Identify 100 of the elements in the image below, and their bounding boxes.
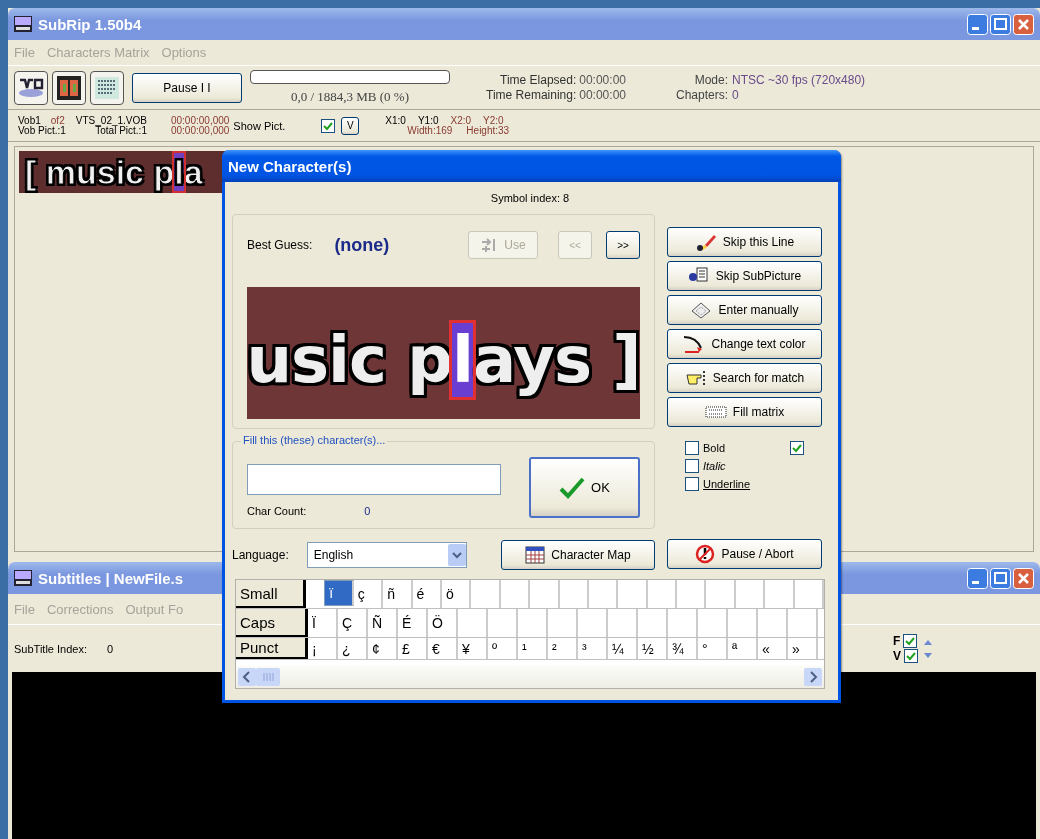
char-cell[interactable]: € [428, 638, 458, 659]
x1-value: X1:0 [385, 115, 406, 126]
matrix-icon [704, 406, 727, 418]
char-cell[interactable]: £ [398, 638, 428, 659]
chapters-value: 0 [732, 87, 740, 103]
char-cell[interactable]: » [788, 638, 818, 659]
input-field[interactable] [247, 464, 501, 495]
checkbox[interactable] [685, 477, 699, 491]
group-label: Fill this (these) character(s)... [241, 434, 388, 446]
width-value: Width:169 [407, 125, 453, 136]
label: Time Elapsed: [499, 72, 577, 88]
pause-button[interactable]: Pause I I [132, 72, 242, 103]
action-button[interactable]: Enter manually [667, 295, 822, 325]
file-name: VTS_02_1.VOB [75, 115, 147, 126]
best-guess-value: (none) [334, 234, 390, 256]
row-header: Caps [236, 609, 308, 637]
pages-icon [687, 267, 710, 285]
mode-value: NTSC ~30 fps (720x480) [732, 72, 866, 88]
index-label: SubTitle Index: [14, 642, 87, 655]
char-cell[interactable]: º [488, 638, 518, 659]
checkbox[interactable] [685, 459, 699, 473]
character-map-button[interactable]: Character Map [501, 540, 655, 570]
time-value: 00:00:00 [579, 87, 626, 103]
char-cell[interactable]: « [758, 638, 788, 659]
index-value: 0 [106, 642, 114, 655]
subtitle-text: usic plays ] [247, 323, 640, 397]
vob-button[interactable] [14, 70, 48, 105]
char-cell[interactable]: ¥ [458, 638, 488, 659]
ok-button[interactable]: OK [529, 457, 640, 518]
action-button[interactable]: Search for match [667, 363, 822, 393]
char-cell[interactable]: ö [441, 580, 472, 608]
action-button[interactable]: Fill matrix [667, 397, 822, 427]
grid-icon [525, 546, 546, 564]
char-count-label: Char Count: [247, 505, 307, 517]
language-label: Language: [232, 548, 289, 562]
char-cell[interactable]: ° [698, 638, 728, 659]
flag-label: V [893, 649, 901, 663]
flag-label: F [893, 634, 901, 648]
dialog-title: New Character(s) [228, 157, 352, 175]
char-count: 0 [364, 505, 371, 517]
symbol-index: Symbol index: 8 [490, 192, 570, 204]
checkbox[interactable] [903, 634, 918, 648]
checkbox[interactable] [321, 118, 336, 133]
char-cell[interactable]: ¼ [608, 638, 638, 659]
char-cell[interactable]: ï [324, 580, 354, 606]
char-cell[interactable]: Ö [428, 609, 458, 637]
char-cell[interactable]: ¿ [338, 638, 368, 659]
time-value: 00:00:00 [579, 72, 626, 88]
char-cell[interactable]: ¹ [518, 638, 548, 659]
char-cell[interactable]: Ñ [368, 609, 398, 637]
vob-count: of2 [50, 115, 65, 126]
language-dropdown[interactable]: English [306, 542, 467, 568]
char-cell[interactable]: ¢ [368, 638, 398, 659]
char-cell[interactable]: Ï [308, 609, 338, 637]
checkbox[interactable] [790, 441, 804, 455]
time-end: 00:00:00,000 [170, 125, 230, 136]
row-header: Punct [236, 638, 308, 659]
action-button[interactable]: Skip this Line [667, 227, 822, 257]
time-start: 00:00:00,000 [170, 115, 230, 126]
progress-text: 0,0 / 1884,3 MB (0 %) [290, 89, 410, 105]
checkbox[interactable] [904, 649, 918, 663]
scroll-left-button[interactable] [238, 668, 256, 686]
total-pict: Total Pict.:1 [95, 125, 147, 136]
char-cell[interactable]: ç [353, 580, 384, 608]
keyboard-icon [690, 301, 713, 319]
char-cell[interactable]: ª [728, 638, 758, 659]
char-cell[interactable]: ² [548, 638, 578, 659]
next-button[interactable]: >> [606, 231, 640, 259]
pause-abort-button[interactable]: Pause / Abort [667, 539, 822, 569]
subtitle-text: [ music pla [25, 153, 203, 191]
pointing-hand-icon [684, 369, 707, 387]
vob-pict: Vob Pict.:1 [18, 125, 66, 136]
window-title: SubRip 1.50b4 [38, 15, 142, 33]
brush-icon [694, 233, 717, 251]
checkbox-label: Bold [703, 442, 726, 454]
action-button[interactable]: Skip SubPicture [667, 261, 822, 291]
stop-icon [695, 544, 716, 564]
row-header: Small [236, 580, 307, 608]
char-cell[interactable]: Ç [338, 609, 368, 637]
scrollbar-thumb[interactable] [256, 668, 280, 686]
app-icon [14, 16, 32, 32]
text-scan-button[interactable] [90, 70, 124, 105]
char-cell[interactable]: ¾ [668, 638, 698, 659]
checkbox[interactable] [685, 441, 699, 455]
char-cell[interactable]: ½ [638, 638, 668, 659]
label: Time Remaining: [486, 87, 577, 103]
char-cell[interactable]: ñ [383, 580, 413, 608]
char-cell[interactable]: ³ [578, 638, 608, 659]
app-icon [14, 570, 32, 586]
film-button[interactable] [52, 70, 86, 105]
v-button[interactable]: V [341, 116, 360, 135]
char-cell[interactable]: ¡ [308, 638, 338, 659]
char-cell[interactable]: É [398, 609, 428, 637]
scroll-right-button[interactable] [804, 668, 822, 686]
action-button[interactable]: Change text color [667, 329, 822, 359]
label: Chapters: [676, 87, 728, 103]
char-cell[interactable]: é [412, 580, 442, 608]
label: Mode: [693, 72, 728, 88]
window-title: Subtitles | NewFile.s [38, 569, 184, 587]
vob-label: Vob1 [18, 115, 41, 126]
